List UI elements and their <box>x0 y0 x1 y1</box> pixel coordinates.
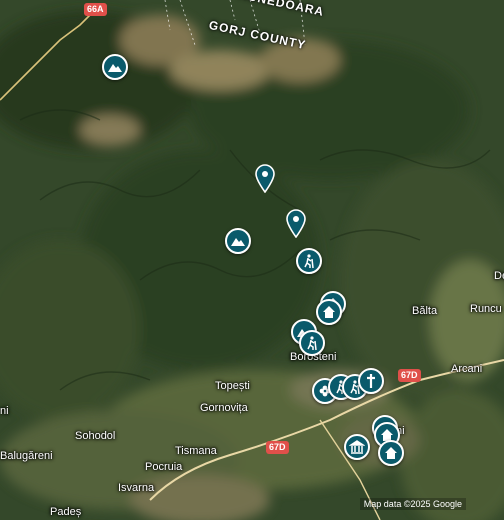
place-label: Bălta <box>412 305 438 317</box>
cross-icon <box>367 374 375 388</box>
route-shield: 67D <box>266 441 289 454</box>
satellite-map[interactable]: GORJ COUNTY HUNEDOARA 66A 67D 67D Bălta … <box>0 0 504 520</box>
place-label: Topești <box>215 380 250 392</box>
place-label: Padeș <box>50 506 82 518</box>
place-label: Runcu <box>470 303 502 315</box>
hiker-icon <box>307 336 317 351</box>
place-label: Isvarna <box>118 482 155 494</box>
satellite-imagery <box>0 0 504 520</box>
hiker-icon <box>304 254 314 269</box>
route-shield: 66A <box>84 3 107 16</box>
map-attribution: Map data ©2025 Google <box>359 498 466 510</box>
location-pin[interactable] <box>254 163 276 193</box>
museum-icon <box>349 440 365 454</box>
place-label: Gornovița <box>200 402 248 414</box>
home-icon <box>385 447 397 459</box>
mountain-marker[interactable] <box>225 228 251 254</box>
home-icon <box>323 306 335 318</box>
place-label: Arcani <box>451 363 483 375</box>
home-marker[interactable] <box>316 299 342 325</box>
place-label: ni <box>0 405 9 417</box>
place-label: Balugăreni <box>0 450 53 462</box>
route-shield: 67D <box>398 369 421 382</box>
museum-marker[interactable] <box>344 434 370 460</box>
cross-marker[interactable] <box>358 368 384 394</box>
mountain-marker[interactable] <box>102 54 128 80</box>
home-marker[interactable] <box>378 440 404 466</box>
place-label: Sohodol <box>75 430 116 442</box>
place-label: Pocruia <box>145 461 183 473</box>
location-pin[interactable] <box>285 208 307 238</box>
hiker-marker[interactable] <box>296 248 322 274</box>
mountain-icon <box>231 238 245 246</box>
place-label: Tismana <box>175 445 217 457</box>
mountain-icon <box>108 64 122 72</box>
place-label: De <box>494 270 504 282</box>
hiker-marker[interactable] <box>299 330 325 356</box>
